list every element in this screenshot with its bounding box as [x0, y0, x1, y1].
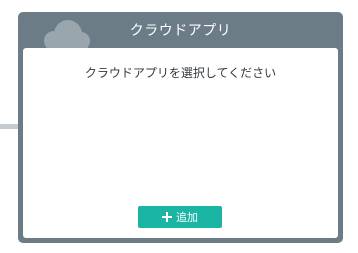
plus-icon: [162, 212, 172, 222]
card-title: クラウドアプリ: [129, 23, 232, 39]
add-button-label: 追加: [176, 211, 198, 224]
add-button[interactable]: 追加: [138, 206, 222, 228]
cloud-app-card: クラウドアプリ クラウドアプリを選択してください 追加: [18, 12, 343, 243]
card-body: クラウドアプリを選択してください 追加: [23, 48, 338, 238]
select-app-prompt: クラウドアプリを選択してください: [84, 66, 277, 80]
connector-line: [0, 124, 20, 129]
card-header: クラウドアプリ: [18, 12, 343, 54]
